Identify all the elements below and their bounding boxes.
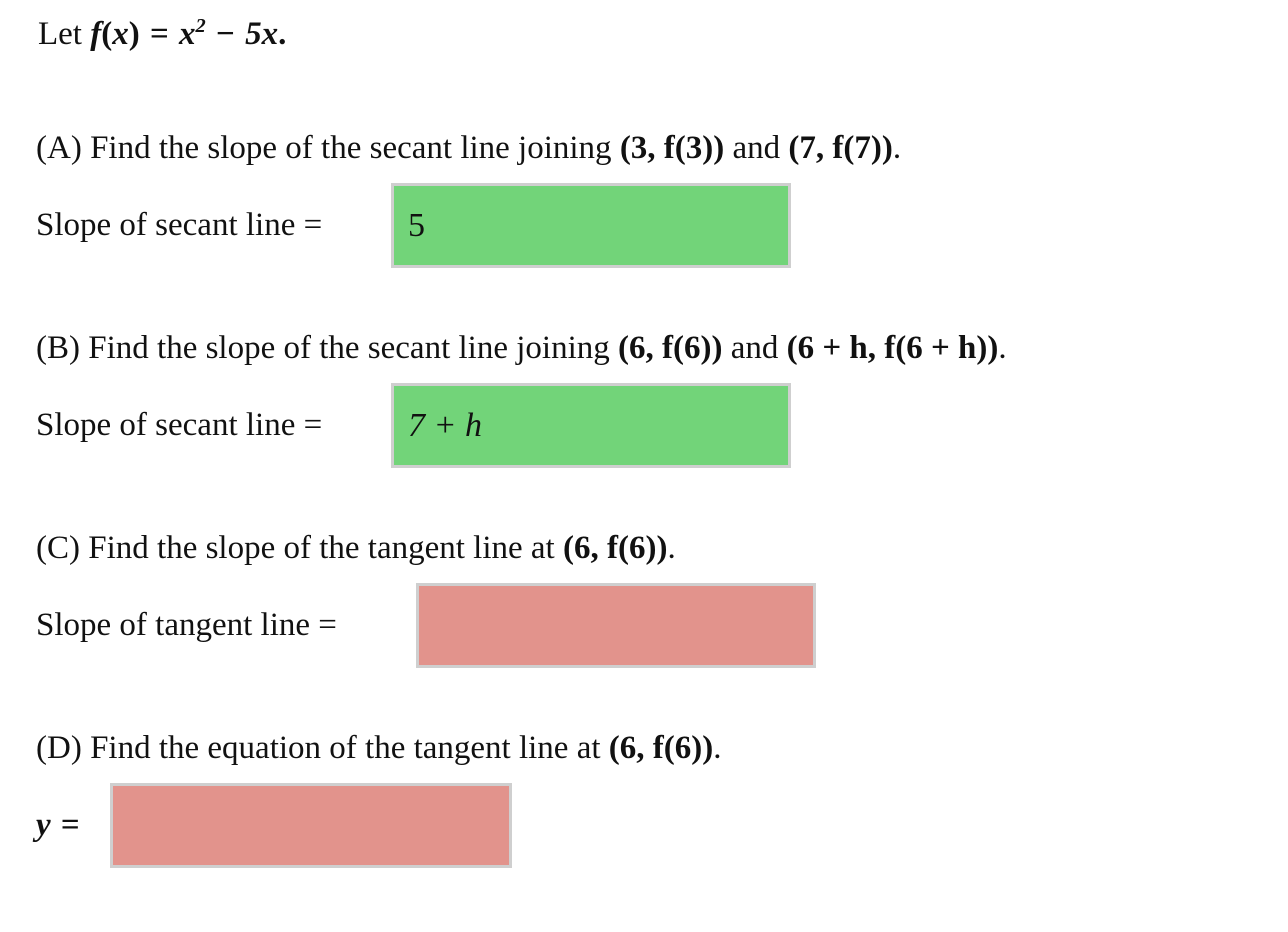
answer-row-d: y = bbox=[36, 783, 512, 868]
point-2-a: (7, f(7)) bbox=[788, 130, 893, 166]
question-end-b: . bbox=[998, 330, 1007, 366]
let-keyword: Let bbox=[38, 16, 82, 52]
part-label-b: (B) bbox=[36, 330, 80, 366]
question-end-d: . bbox=[713, 730, 722, 766]
point-2-b: (6 + h, f(6 + h)) bbox=[786, 330, 999, 366]
answer-label-b: Slope of secant line = bbox=[36, 407, 323, 443]
function-name: f bbox=[90, 16, 102, 52]
variable-x: x bbox=[112, 16, 129, 52]
period: . bbox=[278, 16, 287, 52]
point-1-c: (6, f(6)) bbox=[562, 530, 668, 566]
question-line-c: (C) Find the slope of the tangent line a… bbox=[36, 532, 676, 565]
answer-value-b: 7 + h bbox=[408, 406, 482, 444]
open-paren: ( bbox=[101, 16, 113, 52]
question-end-c: . bbox=[667, 530, 676, 566]
question-text-d: Find the equation of the tangent line at bbox=[90, 730, 601, 766]
answer-input-a[interactable]: 5 bbox=[391, 183, 791, 268]
minus-sign: − bbox=[216, 16, 235, 52]
answer-label-a: Slope of secant line = bbox=[36, 207, 323, 243]
conjunction-a: and bbox=[732, 130, 781, 166]
answer-value-a: 5 bbox=[408, 206, 425, 244]
part-label-c: (C) bbox=[36, 530, 80, 566]
answer-row-b: Slope of secant line = 7 + h bbox=[36, 383, 791, 468]
answer-label-c: Slope of tangent line = bbox=[36, 607, 337, 643]
answer-row-c: Slope of tangent line = bbox=[36, 583, 816, 668]
question-line-a: (A) Find the slope of the secant line jo… bbox=[36, 132, 901, 165]
term-x-exponent: 2 bbox=[195, 15, 206, 37]
question-line-b: (B) Find the slope of the secant line jo… bbox=[36, 332, 1007, 365]
question-line-d: (D) Find the equation of the tangent lin… bbox=[36, 732, 721, 765]
equals-sign: = bbox=[149, 16, 169, 52]
function-definition-line: Let f(x) = x2 − 5x. bbox=[38, 15, 287, 52]
point-1-a: (3, f(3)) bbox=[619, 130, 725, 166]
problem-sheet: Let f(x) = x2 − 5x. (A) Find the slope o… bbox=[0, 0, 1288, 932]
term-5x: 5x bbox=[245, 16, 279, 52]
question-end-a: . bbox=[892, 130, 902, 166]
answer-input-d[interactable] bbox=[110, 783, 512, 868]
answer-row-a: Slope of secant line = 5 bbox=[36, 183, 791, 268]
question-text-c: Find the slope of the tangent line at bbox=[88, 530, 555, 566]
part-label-d: (D) bbox=[36, 730, 82, 766]
term-x-base: x bbox=[179, 16, 196, 52]
conjunction-b: and bbox=[730, 330, 779, 366]
answer-input-c[interactable] bbox=[416, 583, 816, 668]
question-text-b: Find the slope of the secant line joinin… bbox=[88, 330, 610, 366]
point-1-b: (6, f(6)) bbox=[618, 330, 723, 366]
point-1-d: (6, f(6)) bbox=[608, 730, 714, 766]
question-text-a: Find the slope of the secant line joinin… bbox=[90, 130, 612, 166]
answer-label-d: y = bbox=[36, 807, 80, 843]
close-paren: ) bbox=[128, 16, 140, 52]
answer-input-b[interactable]: 7 + h bbox=[391, 383, 791, 468]
part-label-a: (A) bbox=[36, 130, 82, 166]
